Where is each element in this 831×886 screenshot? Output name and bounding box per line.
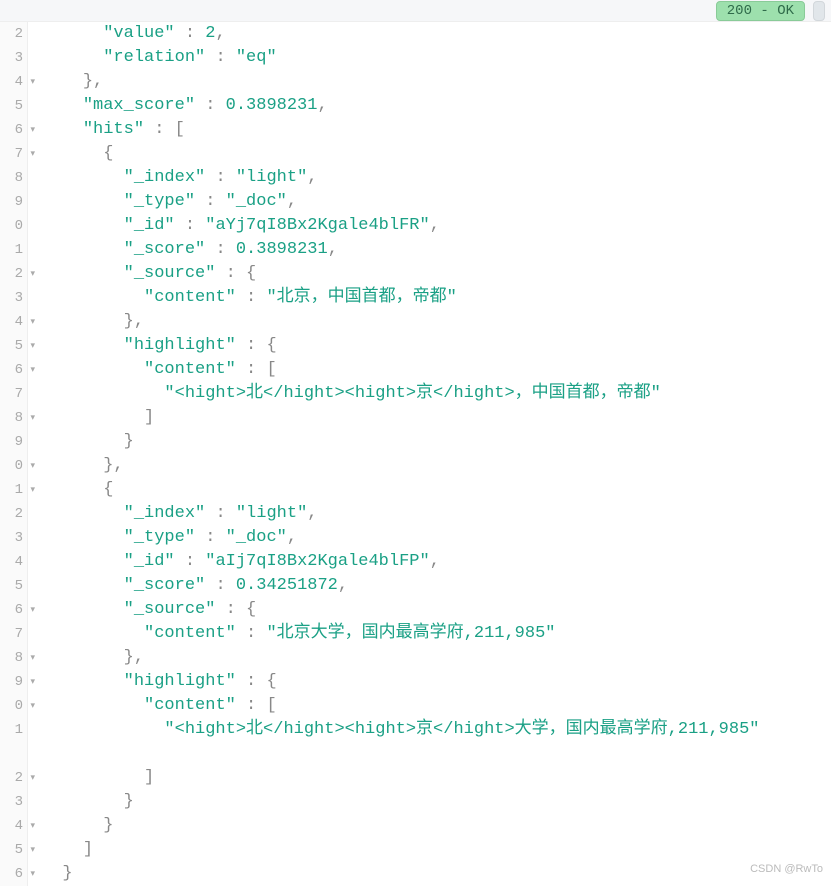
code-line: ]	[42, 838, 831, 862]
fold-toggle-icon[interactable]: ▾	[30, 358, 35, 382]
line-number: 4▾	[0, 70, 23, 94]
code-line: },	[42, 454, 831, 478]
code-line: "highlight" : {	[42, 334, 831, 358]
line-number: 2▾	[0, 766, 23, 790]
code-line: }	[42, 790, 831, 814]
code-line: "_source" : {	[42, 262, 831, 286]
toolbar: 200 - OK	[0, 0, 831, 22]
line-number: 4▾	[0, 814, 23, 838]
line-number: 3	[0, 286, 23, 310]
line-number: 9	[0, 190, 23, 214]
code-line: }	[42, 862, 831, 886]
code-line: "_id" : "aIj7qI8Bx2Kgale4blFP",	[42, 550, 831, 574]
line-number: 2▾	[0, 262, 23, 286]
code-line: },	[42, 70, 831, 94]
code-line: "_id" : "aYj7qI8Bx2Kgale4blFR",	[42, 214, 831, 238]
fold-toggle-icon[interactable]: ▾	[30, 454, 35, 478]
code-line: "_type" : "_doc",	[42, 526, 831, 550]
code-line: "_index" : "light",	[42, 502, 831, 526]
code-line: "hits" : [	[42, 118, 831, 142]
line-number: 6▾	[0, 118, 23, 142]
fold-toggle-icon[interactable]: ▾	[30, 478, 35, 502]
status-badge[interactable]: 200 - OK	[716, 1, 805, 21]
line-number: 7	[0, 382, 23, 406]
fold-toggle-icon[interactable]: ▾	[30, 694, 35, 718]
code-line: "content" : "北京，中国首都，帝都"	[42, 286, 831, 310]
code-line: {	[42, 142, 831, 166]
line-number: 3	[0, 526, 23, 550]
fold-toggle-icon[interactable]: ▾	[30, 406, 35, 430]
fold-toggle-icon[interactable]: ▾	[30, 670, 35, 694]
fold-toggle-icon[interactable]: ▾	[30, 70, 35, 94]
line-number: 3	[0, 46, 23, 70]
line-number: 8▾	[0, 646, 23, 670]
line-number: 5▾	[0, 838, 23, 862]
fold-toggle-icon[interactable]: ▾	[30, 334, 35, 358]
line-number: 0▾	[0, 694, 23, 718]
toolbar-other-button[interactable]	[813, 1, 825, 21]
line-number: 1	[0, 238, 23, 262]
code-line: "_index" : "light",	[42, 166, 831, 190]
line-number: 5	[0, 94, 23, 118]
code-line: "highlight" : {	[42, 670, 831, 694]
code-line: "max_score" : 0.3898231,	[42, 94, 831, 118]
code-line: "_source" : {	[42, 598, 831, 622]
watermark: CSDN @RwTo	[750, 857, 823, 881]
line-number: 6▾	[0, 862, 23, 886]
code-editor[interactable]: 234▾56▾7▾89012▾34▾5▾6▾78▾90▾1▾23456▾78▾9…	[0, 22, 831, 886]
line-number: 9	[0, 430, 23, 454]
fold-toggle-icon[interactable]: ▾	[30, 118, 35, 142]
fold-toggle-icon[interactable]: ▾	[30, 598, 35, 622]
line-number: 2	[0, 502, 23, 526]
fold-toggle-icon[interactable]: ▾	[30, 310, 35, 334]
line-number: 4	[0, 550, 23, 574]
code-line: }	[42, 814, 831, 838]
line-number: 0▾	[0, 454, 23, 478]
code-line: ]	[42, 406, 831, 430]
code-line: "content" : "北京大学，国内最高学府,211,985"	[42, 622, 831, 646]
code-line: }	[42, 430, 831, 454]
code-line: {	[42, 478, 831, 502]
fold-toggle-icon[interactable]: ▾	[30, 142, 35, 166]
code-line: ]	[42, 766, 831, 790]
code-line: "<hight>北</hight><hight>京</hight>大学，国内最高…	[42, 718, 831, 766]
line-number: 7▾	[0, 142, 23, 166]
gutter: 234▾56▾7▾89012▾34▾5▾6▾78▾90▾1▾23456▾78▾9…	[0, 22, 28, 886]
code-line: "_type" : "_doc",	[42, 190, 831, 214]
line-number: 4▾	[0, 310, 23, 334]
fold-toggle-icon[interactable]: ▾	[30, 838, 35, 862]
line-number: 1	[0, 718, 23, 766]
line-number: 3	[0, 790, 23, 814]
fold-toggle-icon[interactable]: ▾	[30, 262, 35, 286]
code-line: "_score" : 0.3898231,	[42, 238, 831, 262]
code-line: },	[42, 310, 831, 334]
line-number: 7	[0, 622, 23, 646]
code-line: "content" : [	[42, 358, 831, 382]
line-number: 6▾	[0, 358, 23, 382]
fold-toggle-icon[interactable]: ▾	[30, 646, 35, 670]
line-number: 9▾	[0, 670, 23, 694]
line-number: 8▾	[0, 406, 23, 430]
line-number: 2	[0, 22, 23, 46]
code-line: "content" : [	[42, 694, 831, 718]
code-line: "relation" : "eq"	[42, 46, 831, 70]
code-line: "<hight>北</hight><hight>京</hight>，中国首都，帝…	[42, 382, 831, 406]
line-number: 8	[0, 166, 23, 190]
code-content[interactable]: "value" : 2, "relation" : "eq" }, "max_s…	[28, 22, 831, 886]
code-line: "value" : 2,	[42, 22, 831, 46]
line-number: 6▾	[0, 598, 23, 622]
fold-toggle-icon[interactable]: ▾	[30, 766, 35, 790]
line-number: 5	[0, 574, 23, 598]
line-number: 1▾	[0, 478, 23, 502]
line-number: 0	[0, 214, 23, 238]
fold-toggle-icon[interactable]: ▾	[30, 862, 35, 886]
fold-toggle-icon[interactable]: ▾	[30, 814, 35, 838]
code-line: "_score" : 0.34251872,	[42, 574, 831, 598]
line-number: 5▾	[0, 334, 23, 358]
code-line: },	[42, 646, 831, 670]
